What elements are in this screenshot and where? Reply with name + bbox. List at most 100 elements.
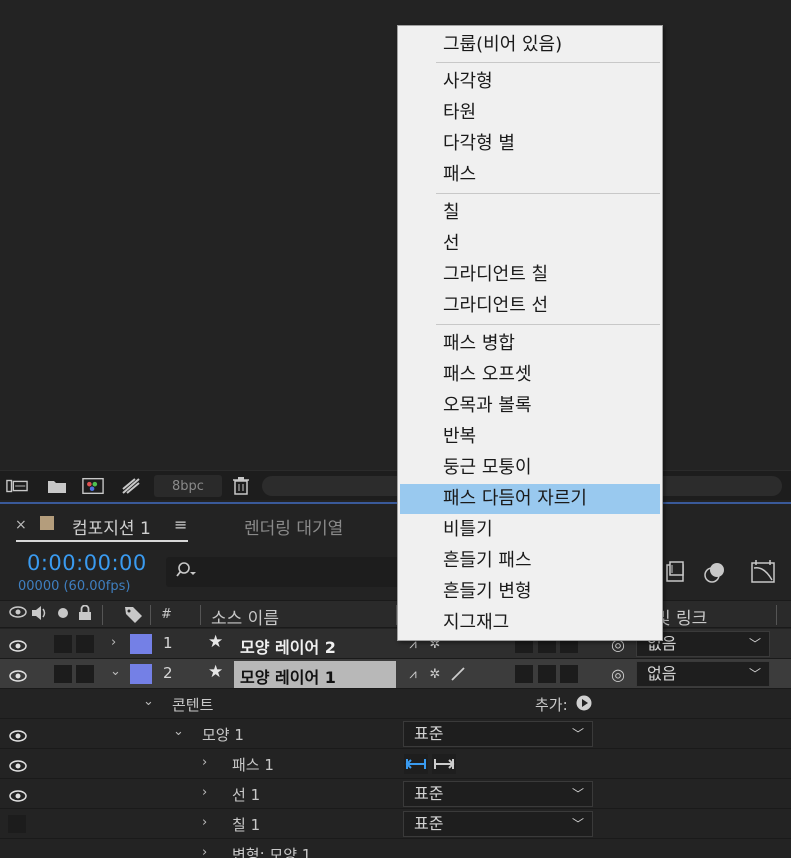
tab-close-button[interactable]: × xyxy=(15,517,27,533)
frame-count-display: 00000 (60.00fps) xyxy=(18,579,131,594)
bit-depth-button[interactable]: 8bpc xyxy=(154,475,222,497)
layer-label-color[interactable] xyxy=(130,664,152,684)
lock-toggle[interactable] xyxy=(76,635,94,653)
composition-viewer[interactable] xyxy=(0,0,791,470)
visibility-toggle-off[interactable] xyxy=(8,815,26,833)
motion-blur-icon[interactable] xyxy=(702,559,728,585)
layer-name[interactable]: 모양 레이어 1 xyxy=(240,664,336,688)
stroke-row[interactable]: › 선 1 표준 ﹀ xyxy=(0,779,791,809)
path-direction-forward-icon[interactable] xyxy=(432,754,456,774)
transform-row[interactable]: › 변형: 모양 1 xyxy=(0,839,791,858)
shape-group-row[interactable]: ⌄ 모양 1 표준 ﹀ xyxy=(0,719,791,749)
menu-item-merge-paths[interactable]: 패스 병합 xyxy=(400,329,660,359)
audio-switch-icon[interactable] xyxy=(31,605,49,625)
chevron-down-icon[interactable]: ⌄ xyxy=(173,724,184,739)
menu-item-rectangle[interactable]: 사각형 xyxy=(400,67,660,97)
chevron-down-icon: ﹀ xyxy=(748,637,761,651)
lock-switch-icon[interactable] xyxy=(78,604,92,625)
timeline-panel: × 컴포지션 1 ≡ 렌더링 대기열 0:00:00:00 00000 (60.… xyxy=(0,502,791,858)
chevron-down-icon[interactable]: ⌄ xyxy=(110,664,121,679)
label-tag-icon[interactable] xyxy=(124,605,144,627)
menu-separator xyxy=(436,324,660,325)
menu-item-zig-zag[interactable]: 지그재그 xyxy=(400,608,660,638)
chevron-down-icon: ﹀ xyxy=(571,727,584,741)
chevron-down-icon: ﹀ xyxy=(571,817,584,831)
menu-item-repeater[interactable]: 반복 xyxy=(400,422,660,452)
path-row[interactable]: › 패스 1 xyxy=(0,749,791,779)
path-direction-reverse-icon[interactable] xyxy=(404,754,428,774)
new-folder-icon[interactable] xyxy=(46,477,68,495)
menu-item-gradient-stroke[interactable]: 그라디언트 선 xyxy=(400,291,660,321)
visibility-eye-icon[interactable] xyxy=(9,637,27,652)
menu-item-group[interactable]: 그룹(비어 있음) xyxy=(400,30,660,60)
tab-menu-icon[interactable]: ≡ xyxy=(174,515,187,534)
path-label: 패스 1 xyxy=(232,756,274,774)
layer-column-header: # 소스 이름 및 링크 xyxy=(0,600,791,629)
visibility-eye-icon[interactable] xyxy=(9,667,27,682)
tab-render-queue[interactable]: 렌더링 대기열 xyxy=(244,514,343,539)
column-number-header[interactable]: # xyxy=(161,607,172,622)
menu-item-round-corners[interactable]: 둥근 모퉁이 xyxy=(400,453,660,483)
solo-toggle[interactable] xyxy=(54,665,72,683)
menu-item-gradient-fill[interactable]: 그라디언트 칠 xyxy=(400,260,660,290)
visibility-eye-icon[interactable] xyxy=(9,757,27,772)
shy-switch-icon[interactable]: ⩘ xyxy=(404,665,422,683)
layer-row-1[interactable]: › 1 ★ 모양 레이어 2 ⩘ ✲ ◎ 없음 ﹀ xyxy=(0,629,791,659)
menu-item-ellipse[interactable]: 타원 xyxy=(400,98,660,128)
menu-item-offset-paths[interactable]: 패스 오프셋 xyxy=(400,360,660,390)
menu-item-polystar[interactable]: 다각형 별 xyxy=(400,129,660,159)
transform-label: 변형: 모양 1 xyxy=(232,846,312,858)
menu-item-trim-paths[interactable]: 패스 다듬어 자르기 xyxy=(400,484,660,514)
layer-search-input[interactable] xyxy=(166,557,406,587)
interpret-footage-icon[interactable] xyxy=(6,477,28,495)
frame-blending-icon[interactable] xyxy=(662,559,688,585)
switch-slot[interactable] xyxy=(560,665,578,683)
pick-whip-icon[interactable]: ◎ xyxy=(609,665,627,684)
quality-line-icon[interactable] xyxy=(449,665,467,683)
chevron-down-icon: ﹀ xyxy=(571,787,584,801)
flowchart-icon[interactable] xyxy=(120,477,142,495)
blend-mode-dropdown[interactable]: 표준 ﹀ xyxy=(403,781,593,807)
column-source-name-header[interactable]: 소스 이름 xyxy=(211,604,279,629)
solo-switch-icon[interactable] xyxy=(57,605,69,623)
trash-icon[interactable] xyxy=(230,477,252,495)
menu-item-stroke[interactable]: 선 xyxy=(400,229,660,259)
column-divider xyxy=(150,605,151,625)
menu-item-pucker-bloat[interactable]: 오목과 볼록 xyxy=(400,391,660,421)
contents-row[interactable]: ⌄ 콘텐트 추가: xyxy=(0,689,791,719)
menu-item-wiggle-paths[interactable]: 흔들기 패스 xyxy=(400,546,660,576)
switch-slot[interactable] xyxy=(515,665,533,683)
menu-item-fill[interactable]: 칠 xyxy=(400,198,660,228)
visibility-eye-icon[interactable] xyxy=(9,727,27,742)
graph-editor-icon[interactable] xyxy=(750,559,776,585)
tab-composition[interactable]: 컴포지션 1 xyxy=(72,514,151,539)
parent-value: 없음 xyxy=(647,664,677,683)
lock-toggle[interactable] xyxy=(76,665,94,683)
chevron-right-icon[interactable]: › xyxy=(202,815,207,830)
new-composition-icon[interactable] xyxy=(82,477,104,495)
visibility-eye-icon[interactable] xyxy=(9,787,27,802)
menu-item-wiggle-transform[interactable]: 흔들기 변형 xyxy=(400,577,660,607)
chevron-right-icon[interactable]: › xyxy=(202,845,207,858)
parent-dropdown[interactable]: 없음 ﹀ xyxy=(636,661,770,687)
add-play-icon[interactable] xyxy=(575,694,593,712)
shape-layer-star-icon: ★ xyxy=(208,662,224,682)
quality-switch-icon[interactable]: ✲ xyxy=(426,665,444,683)
layer-label-color[interactable] xyxy=(130,634,152,654)
chevron-down-icon[interactable]: ⌄ xyxy=(143,694,154,709)
layer-name[interactable]: 모양 레이어 2 xyxy=(240,634,336,658)
menu-item-path[interactable]: 패스 xyxy=(400,160,660,190)
video-switch-icon[interactable] xyxy=(9,605,27,623)
switch-slot[interactable] xyxy=(538,665,556,683)
column-divider xyxy=(102,605,103,625)
current-time-display[interactable]: 0:00:00:00 xyxy=(27,551,147,575)
layer-row-2[interactable]: ⌄ 2 ★ 모양 레이어 1 ⩘ ✲ ◎ 없음 ﹀ xyxy=(0,659,791,689)
chevron-right-icon[interactable]: › xyxy=(111,635,116,650)
fill-row[interactable]: › 칠 1 표준 ﹀ xyxy=(0,809,791,839)
menu-item-twist[interactable]: 비틀기 xyxy=(400,515,660,545)
blend-mode-dropdown[interactable]: 표준 ﹀ xyxy=(403,811,593,837)
solo-toggle[interactable] xyxy=(54,635,72,653)
chevron-right-icon[interactable]: › xyxy=(202,755,207,770)
blend-mode-dropdown[interactable]: 표준 ﹀ xyxy=(403,721,593,747)
chevron-right-icon[interactable]: › xyxy=(202,785,207,800)
